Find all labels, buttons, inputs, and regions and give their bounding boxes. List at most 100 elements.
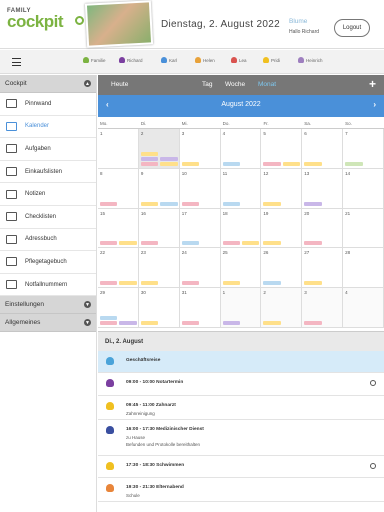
day-cell[interactable]: 31 xyxy=(179,288,221,328)
day-cell[interactable]: 18 xyxy=(220,208,262,249)
event-marker[interactable] xyxy=(263,161,281,166)
event-marker[interactable] xyxy=(222,281,240,286)
event-marker[interactable] xyxy=(263,241,281,246)
sidebar-item-pflegetagebuch[interactable]: Pflegetagebuch xyxy=(0,251,96,274)
event-marker[interactable] xyxy=(160,161,178,166)
day-cell[interactable]: 4 xyxy=(220,129,262,169)
sidebar-section-general[interactable]: Allgemeines ▼ xyxy=(0,314,96,333)
event-marker[interactable] xyxy=(222,161,240,166)
add-event-icon[interactable]: + xyxy=(369,77,376,91)
day-cell[interactable]: 16 xyxy=(138,208,180,249)
sidebar-item-notfallnummern[interactable]: Notfallnummern xyxy=(0,274,96,297)
day-cell[interactable]: 6 xyxy=(302,129,344,169)
day-cell[interactable]: 12 xyxy=(261,168,303,209)
event-marker[interactable] xyxy=(263,320,281,325)
day-cell[interactable]: 19 xyxy=(261,208,303,249)
day-cell[interactable]: 30 xyxy=(138,288,180,328)
day-cell[interactable]: 9 xyxy=(138,168,180,209)
event-marker[interactable] xyxy=(282,161,301,166)
event-marker[interactable] xyxy=(304,320,322,325)
event-marker[interactable] xyxy=(140,320,159,325)
day-cell[interactable]: 2 xyxy=(261,288,303,328)
sidebar-item-notizen[interactable]: Notizen xyxy=(0,183,96,206)
event-marker[interactable] xyxy=(140,156,159,161)
tab-day[interactable]: Tag xyxy=(202,81,212,88)
event-marker[interactable] xyxy=(100,320,118,325)
event-marker[interactable] xyxy=(263,281,281,286)
event-marker[interactable] xyxy=(181,320,200,325)
gear-icon[interactable] xyxy=(370,463,376,469)
tab-week[interactable]: Woche xyxy=(225,81,245,88)
day-cell[interactable]: 3 xyxy=(179,129,221,169)
event-row[interactable]: Geschäftsreise xyxy=(98,351,384,373)
sidebar-item-checklisten[interactable]: Checklisten xyxy=(0,206,96,229)
day-cell[interactable]: 3 xyxy=(302,288,344,328)
sidebar-item-adressbuch[interactable]: Adressbuch xyxy=(0,229,96,252)
event-marker[interactable] xyxy=(100,241,118,246)
event-marker[interactable] xyxy=(140,241,159,246)
event-row[interactable]: 16:00 - 17:30 Medizinischer Dienst zu Hau… xyxy=(98,420,384,456)
day-cell[interactable]: 29 xyxy=(98,288,139,328)
event-marker[interactable] xyxy=(119,241,137,246)
event-marker[interactable] xyxy=(181,281,200,286)
day-cell[interactable]: 28 xyxy=(343,248,384,289)
logout-button[interactable]: Logout xyxy=(334,19,370,37)
member-filter-familie[interactable]: Familie xyxy=(83,57,106,63)
sidebar-section-settings[interactable]: Einstellungen ▼ xyxy=(0,296,96,315)
day-cell[interactable]: 1 xyxy=(98,129,139,169)
event-marker[interactable] xyxy=(181,241,200,246)
event-marker[interactable] xyxy=(181,201,200,206)
day-cell[interactable]: 7 xyxy=(343,129,384,169)
event-marker[interactable] xyxy=(119,320,137,325)
day-cell[interactable]: 1 xyxy=(220,288,262,328)
sidebar-item-pinnwand[interactable]: Pinnwand xyxy=(0,93,96,116)
event-marker[interactable] xyxy=(140,201,159,206)
event-marker[interactable] xyxy=(160,156,178,161)
event-marker[interactable] xyxy=(222,241,240,246)
day-cell[interactable]: 23 xyxy=(138,248,180,289)
day-cell[interactable]: 5 xyxy=(261,129,303,169)
event-marker[interactable] xyxy=(304,161,322,166)
tab-month[interactable]: Monat xyxy=(258,81,276,88)
member-filter-helen[interactable]: Helen xyxy=(195,57,215,63)
day-cell[interactable]: 2 xyxy=(138,129,180,169)
day-cell[interactable]: 27 xyxy=(302,248,344,289)
day-cell[interactable]: 13 xyxy=(302,168,344,209)
member-filter-pridi[interactable]: Pridi xyxy=(263,57,280,63)
event-marker[interactable] xyxy=(345,161,363,166)
app-logo[interactable]: FAMILY cockpit xyxy=(7,8,84,30)
day-cell[interactable]: 26 xyxy=(261,248,303,289)
event-marker[interactable] xyxy=(140,281,159,286)
next-month-icon[interactable]: › xyxy=(373,100,376,109)
member-filter-lea[interactable]: Lea xyxy=(231,57,247,63)
day-cell[interactable]: 11 xyxy=(220,168,262,209)
event-marker[interactable] xyxy=(263,201,281,206)
day-cell[interactable]: 22 xyxy=(98,248,139,289)
sidebar-item-aufgaben[interactable]: Aufgaben xyxy=(0,138,96,161)
event-marker[interactable] xyxy=(140,151,159,156)
today-button[interactable]: Heute xyxy=(111,81,128,88)
event-marker[interactable] xyxy=(100,315,118,320)
sidebar-section-cockpit[interactable]: Cockpit ▲ xyxy=(0,75,96,93)
event-row[interactable]: 09:00 - 10:00 Notartermin xyxy=(98,373,384,396)
event-row[interactable]: 09:45 - 11:00 Zahnarzt Zahnreinigung xyxy=(98,396,384,420)
event-marker[interactable] xyxy=(160,201,178,206)
day-cell[interactable]: 21 xyxy=(343,208,384,249)
member-filter-richard[interactable]: Richard xyxy=(119,57,143,63)
event-row[interactable]: 19:30 - 21:30 Elternabend Schule xyxy=(98,478,384,502)
day-cell[interactable]: 8 xyxy=(98,168,139,209)
event-marker[interactable] xyxy=(100,281,118,286)
event-marker[interactable] xyxy=(119,281,137,286)
event-marker[interactable] xyxy=(304,241,322,246)
menu-icon[interactable] xyxy=(12,58,21,66)
event-marker[interactable] xyxy=(140,161,159,166)
day-cell[interactable]: 15 xyxy=(98,208,139,249)
day-cell[interactable]: 10 xyxy=(179,168,221,209)
day-cell[interactable]: 14 xyxy=(343,168,384,209)
event-marker[interactable] xyxy=(100,201,118,206)
gear-icon[interactable] xyxy=(370,380,376,386)
event-marker[interactable] xyxy=(222,201,240,206)
event-marker[interactable] xyxy=(241,241,260,246)
day-cell[interactable]: 20 xyxy=(302,208,344,249)
event-marker[interactable] xyxy=(304,281,322,286)
